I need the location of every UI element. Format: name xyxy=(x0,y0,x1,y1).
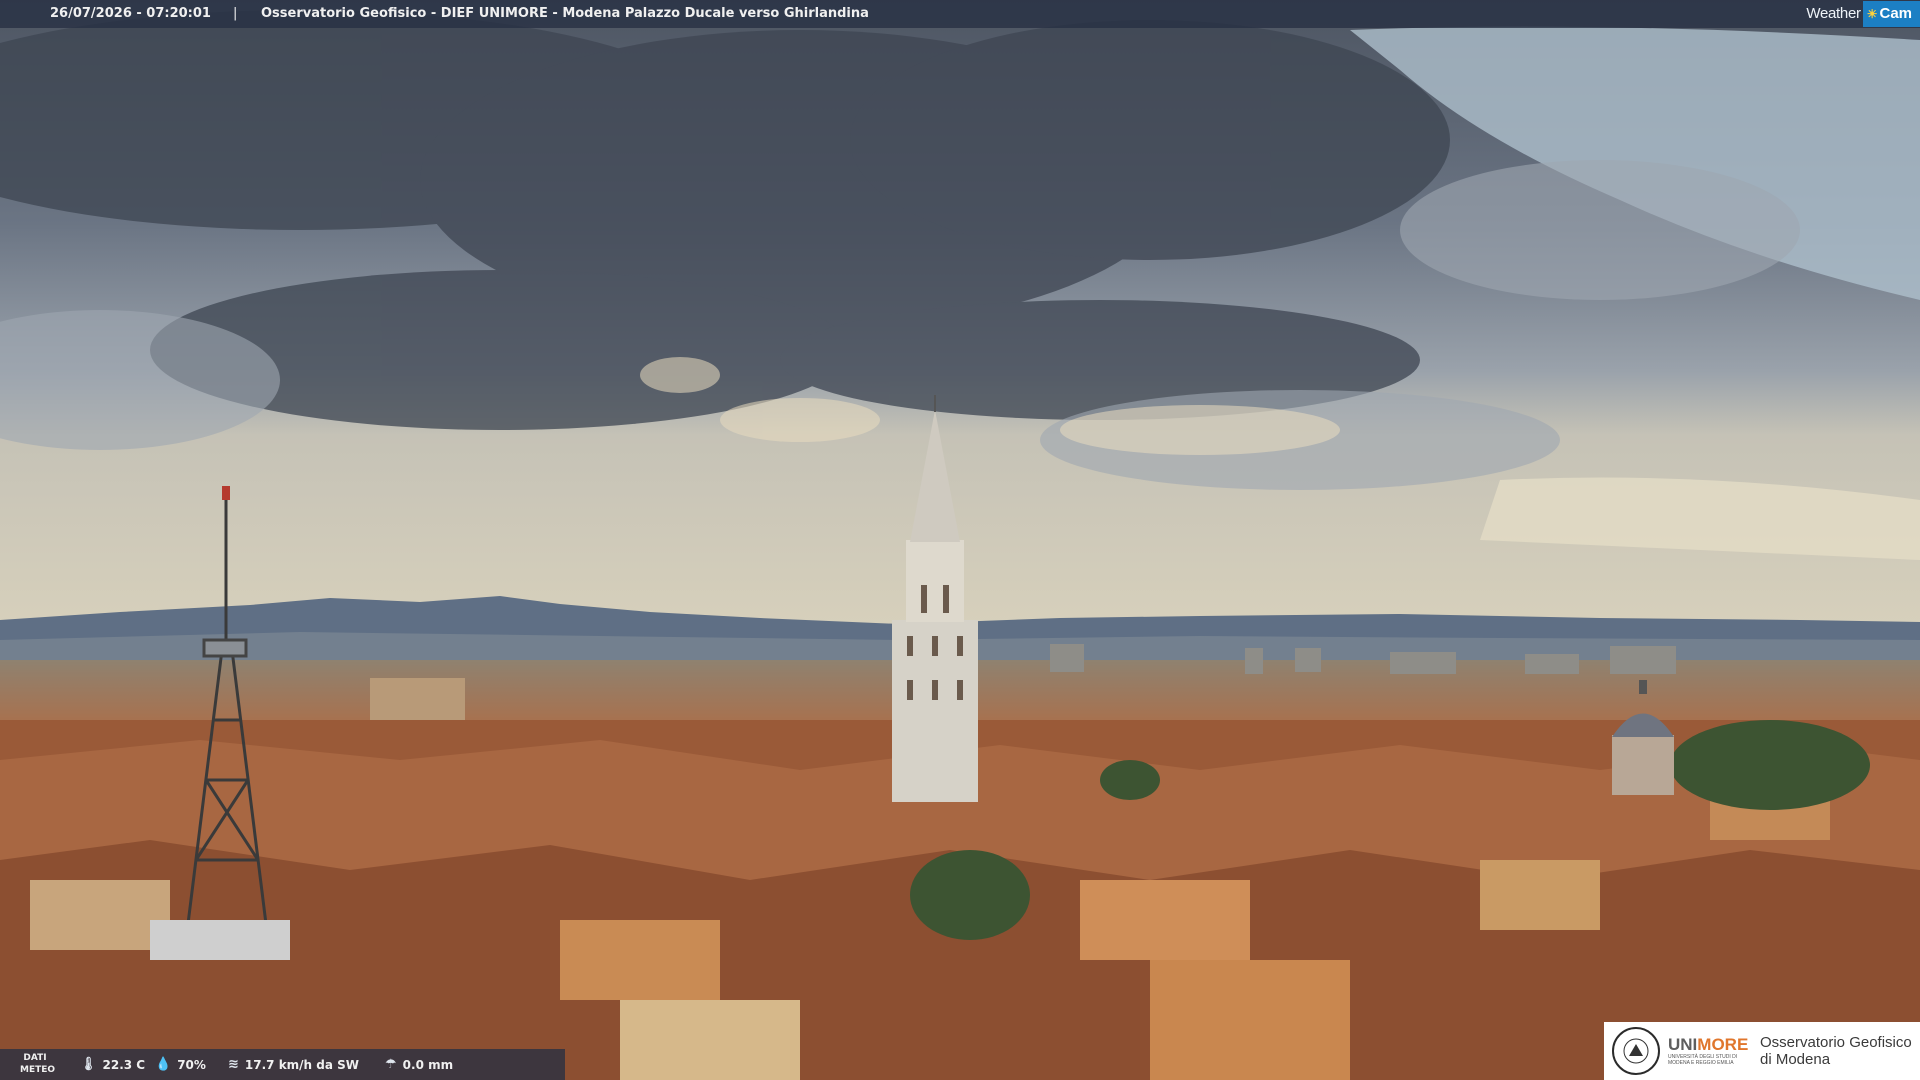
temperature-reading: 🌡 22.3 C xyxy=(80,1049,145,1080)
unimore-name-part2: MORE xyxy=(1697,1035,1749,1054)
rain-reading: ☂ 0.0 mm xyxy=(385,1049,453,1080)
brand-cam-badge: ☀ Cam xyxy=(1862,1,1920,27)
unimore-name-part1: UNI xyxy=(1668,1035,1698,1054)
weather-data-bar: DATI METEO 🌡 22.3 C 💧 70% ≋ 17.7 km/h da… xyxy=(0,1049,565,1080)
weather-label-line2: METEO xyxy=(20,1065,56,1075)
observatory-line2: di Modena xyxy=(1760,1051,1831,1068)
wind-value: 17.7 km/h da SW xyxy=(244,1057,360,1072)
observatory-line1: Osservatorio Geofisico xyxy=(1760,1034,1912,1051)
header-separator: | xyxy=(233,6,238,21)
unimore-name: UNIMORE xyxy=(1668,1036,1750,1054)
weathercam-logo: Weather ☀ Cam xyxy=(1802,0,1920,28)
timestamp: 26/07/2026 - 07:20:01 xyxy=(50,6,211,21)
temperature-value: 22.3 C xyxy=(102,1057,146,1072)
unimore-logo: UNIMORE UNIVERSITÀ DEGLI STUDI DI MODENA… xyxy=(1604,1022,1920,1080)
webcam-view xyxy=(0,0,1920,1080)
humidity-reading: 💧 70% xyxy=(155,1049,206,1080)
humidity-drop-icon: 💧 xyxy=(155,1057,172,1072)
rain-icon: ☂ xyxy=(385,1057,397,1072)
seal-emblem-icon xyxy=(1623,1038,1649,1064)
sun-icon: ☀ xyxy=(1866,7,1878,21)
university-seal-icon xyxy=(1612,1027,1660,1075)
brand-weather: Weather xyxy=(1806,5,1861,22)
unimore-wordmark: UNIMORE UNIVERSITÀ DEGLI STUDI DI MODENA… xyxy=(1668,1036,1750,1067)
top-info-bar: 26/07/2026 - 07:20:01 | Osservatorio Geo… xyxy=(0,0,1920,28)
rain-value: 0.0 mm xyxy=(402,1057,454,1072)
observatory-name: Osservatorio Geofisico di Modena xyxy=(1760,1034,1912,1068)
humidity-value: 70% xyxy=(177,1057,206,1072)
thermometer-icon: 🌡 xyxy=(80,1057,97,1072)
weather-label: DATI METEO xyxy=(20,1052,56,1076)
wind-icon: ≋ xyxy=(228,1057,239,1072)
unimore-subtitle: UNIVERSITÀ DEGLI STUDI DI MODENA E REGGI… xyxy=(1668,1054,1738,1066)
camera-title: Osservatorio Geofisico - DIEF UNIMORE - … xyxy=(261,6,869,21)
brand-cam: Cam xyxy=(1879,5,1912,22)
weather-label-line1: DATI xyxy=(23,1053,47,1063)
wind-reading: ≋ 17.7 km/h da SW xyxy=(228,1049,359,1080)
